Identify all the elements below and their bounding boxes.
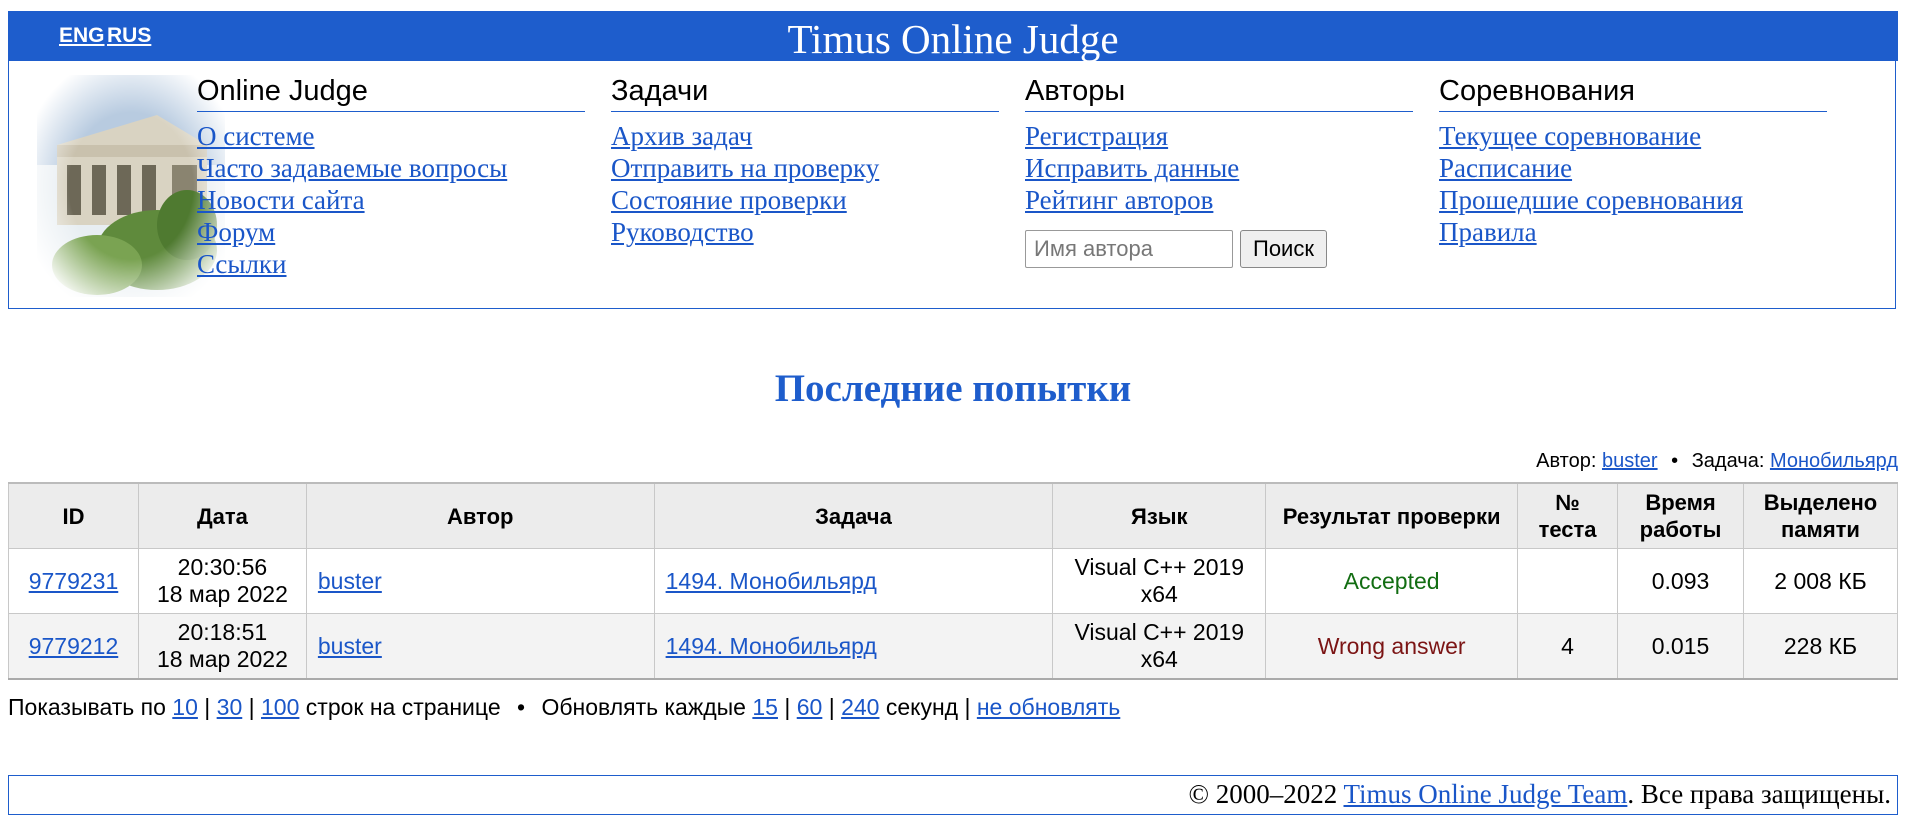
- refresh-suffix: секунд: [885, 694, 959, 720]
- problem-link[interactable]: 1494. Монобильярд: [666, 568, 877, 594]
- rows-10-link[interactable]: 10: [172, 694, 198, 720]
- cell-test: [1517, 548, 1619, 614]
- nav-link-news[interactable]: Новости сайта: [197, 184, 585, 216]
- nav-column-authors: Авторы Регистрация Исправить данные Рейт…: [1025, 73, 1413, 268]
- table-row: 9779212 20:18:51 18 мар 2022 buster 1494.…: [8, 613, 1899, 680]
- cell-problem: 1494. Монобильярд: [653, 548, 1054, 614]
- copyright-bar: © 2000–2022 Timus Online Judge Team. Все…: [8, 775, 1898, 815]
- nav-column-problems: Задачи Архив задач Отправить на проверку…: [611, 73, 999, 248]
- nav-panel: Online Judge О системе Часто задаваемые …: [8, 61, 1896, 309]
- header-run-time: Время работы: [1617, 482, 1744, 549]
- header-test: № теста: [1517, 482, 1619, 549]
- nav-heading-authors: Авторы: [1025, 73, 1413, 112]
- separator: |: [784, 694, 791, 720]
- rows-30-link[interactable]: 30: [217, 694, 243, 720]
- nav-link-schedule[interactable]: Расписание: [1439, 152, 1827, 184]
- cell-id: 9779231: [8, 548, 139, 614]
- header-verdict: Результат проверки: [1265, 482, 1519, 549]
- cell-date: 20:18:51 18 мар 2022: [137, 613, 307, 680]
- header-author: Автор: [305, 482, 655, 549]
- nav-link-problem-archive[interactable]: Архив задач: [611, 120, 999, 152]
- filter-author-link[interactable]: buster: [1602, 450, 1658, 472]
- refresh-15-link[interactable]: 15: [752, 694, 778, 720]
- nav-link-links[interactable]: Ссылки: [197, 248, 585, 280]
- cell-problem: 1494. Монобильярд: [653, 613, 1054, 680]
- nav-heading-problems: Задачи: [611, 73, 999, 112]
- cell-date: 20:30:56 18 мар 2022: [137, 548, 307, 614]
- rows-per-page-label: Показывать по: [8, 694, 166, 720]
- separator: |: [828, 694, 835, 720]
- cell-author: buster: [305, 548, 655, 614]
- cell-memory: 228 КБ: [1742, 613, 1899, 680]
- submission-id-link[interactable]: 9779212: [29, 633, 119, 659]
- header-language: Язык: [1052, 482, 1267, 549]
- nav-link-guide[interactable]: Руководство: [611, 216, 999, 248]
- nav-link-judge-status[interactable]: Состояние проверки: [611, 184, 999, 216]
- cell-run-time: 0.015: [1617, 613, 1744, 680]
- nav-link-about[interactable]: О системе: [197, 120, 585, 152]
- nav-link-past-contests[interactable]: Прошедшие соревнования: [1439, 184, 1827, 216]
- nav-link-register[interactable]: Регистрация: [1025, 120, 1413, 152]
- cell-test: 4: [1517, 613, 1619, 680]
- cell-language: Visual C++ 2019 x64: [1052, 613, 1267, 680]
- separator: |: [248, 694, 255, 720]
- options-dot: •: [517, 694, 526, 720]
- author-search-input[interactable]: [1025, 230, 1233, 268]
- submission-id-link[interactable]: 9779231: [29, 568, 119, 594]
- rows-per-page-suffix: строк на странице: [305, 694, 501, 720]
- separator: |: [204, 694, 211, 720]
- nav-link-current-contest[interactable]: Текущее соревнование: [1439, 120, 1827, 152]
- filter-problem-label: Задача:: [1691, 450, 1765, 472]
- cell-id: 9779212: [8, 613, 139, 680]
- nav-link-submit[interactable]: Отправить на проверку: [611, 152, 999, 184]
- rights-text: . Все права защищены.: [1627, 779, 1891, 809]
- nav-link-author-rating[interactable]: Рейтинг авторов: [1025, 184, 1413, 216]
- cell-author: buster: [305, 613, 655, 680]
- cell-verdict: Wrong answer: [1265, 613, 1519, 680]
- rows-100-link[interactable]: 100: [261, 694, 299, 720]
- separator: |: [964, 694, 971, 720]
- filter-line: Автор: buster • Задача: Монобильярд: [1536, 450, 1898, 473]
- page-title: Последние попытки: [774, 367, 1132, 410]
- submissions-table: ID Дата Автор Задача Язык Результат пров…: [8, 482, 1899, 680]
- cell-memory: 2 008 КБ: [1742, 548, 1899, 614]
- nav-link-forum[interactable]: Форум: [197, 216, 585, 248]
- table-header-row: ID Дата Автор Задача Язык Результат пров…: [8, 482, 1899, 549]
- header-bar: ENG RUS Timus Online Judge: [8, 11, 1898, 62]
- cell-verdict: Accepted: [1265, 548, 1519, 614]
- page-options: Показывать по 10 | 30 | 100 строк на стр…: [8, 694, 1120, 721]
- filter-separator: •: [1671, 450, 1679, 472]
- refresh-60-link[interactable]: 60: [797, 694, 823, 720]
- author-link[interactable]: buster: [318, 633, 382, 659]
- cell-language: Visual C++ 2019 x64: [1052, 548, 1267, 614]
- nav-heading-online-judge: Online Judge: [197, 73, 585, 112]
- team-link[interactable]: Timus Online Judge Team: [1344, 779, 1628, 809]
- header-id: ID: [8, 482, 139, 549]
- cell-run-time: 0.093: [1617, 548, 1744, 614]
- filter-author-label: Автор:: [1536, 450, 1597, 472]
- no-refresh-link[interactable]: не обновлять: [977, 694, 1120, 720]
- copyright-years: © 2000–2022: [1188, 779, 1338, 809]
- author-search-button[interactable]: Поиск: [1240, 230, 1327, 268]
- nav-column-online-judge: Online Judge О системе Часто задаваемые …: [197, 73, 585, 280]
- author-link[interactable]: buster: [318, 568, 382, 594]
- nav-heading-contests: Соревнования: [1439, 73, 1827, 112]
- nav-column-contests: Соревнования Текущее соревнование Распис…: [1439, 73, 1827, 248]
- filter-problem-link[interactable]: Монобильярд: [1770, 450, 1898, 472]
- table-row: 9779231 20:30:56 18 мар 2022 buster 1494.…: [8, 548, 1899, 614]
- problem-link[interactable]: 1494. Монобильярд: [666, 633, 877, 659]
- header-problem: Задача: [653, 482, 1054, 549]
- refresh-label: Обновлять каждые: [541, 694, 746, 720]
- author-search-form: Поиск: [1025, 230, 1413, 268]
- site-title: Timus Online Judge: [787, 16, 1119, 62]
- header-memory: Выделено памяти: [1742, 482, 1899, 549]
- refresh-240-link[interactable]: 240: [841, 694, 879, 720]
- header-date: Дата: [137, 482, 307, 549]
- nav-link-faq[interactable]: Часто задаваемые вопросы: [197, 152, 585, 184]
- nav-link-edit-profile[interactable]: Исправить данные: [1025, 152, 1413, 184]
- nav-link-rules[interactable]: Правила: [1439, 216, 1827, 248]
